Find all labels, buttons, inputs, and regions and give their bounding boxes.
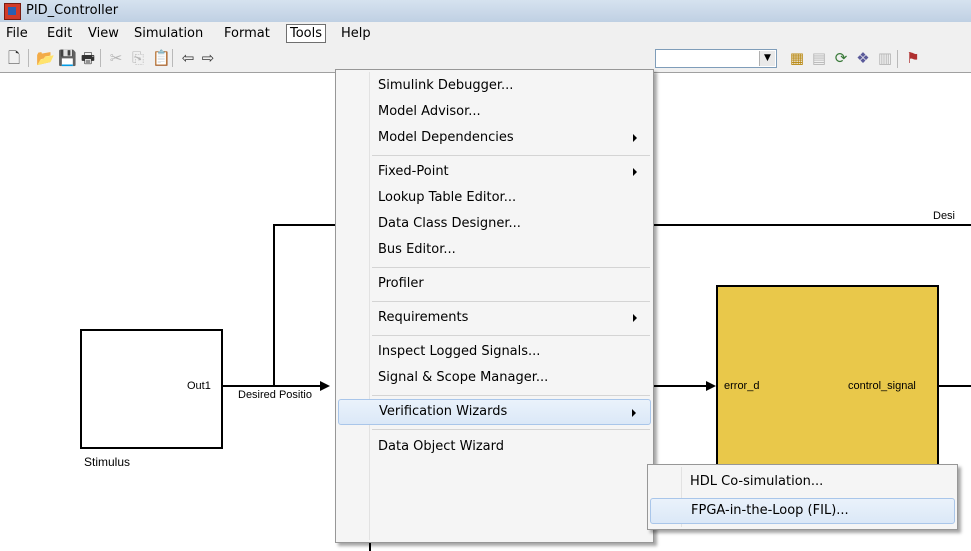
title-bar: PID_Controller (0, 0, 971, 22)
menu-separator (372, 267, 650, 268)
menu-bar: File Edit View Simulation Format Tools H… (0, 22, 971, 44)
menu-help[interactable]: Help (339, 25, 373, 42)
menu-item-label: Simulink Debugger... (378, 78, 514, 93)
menu-tools[interactable]: Tools (286, 24, 327, 43)
menu-separator (372, 301, 650, 302)
paste-icon[interactable]: 📋 (152, 50, 171, 66)
submenu-arrow-icon (632, 409, 636, 417)
desired-signal-line (654, 224, 971, 226)
cut-icon[interactable]: ✂ (108, 50, 124, 66)
menu-format[interactable]: Format (222, 25, 272, 42)
menu-view[interactable]: View (86, 25, 121, 42)
menu-edit[interactable]: Edit (45, 25, 74, 42)
menu-simulation[interactable]: Simulation (132, 25, 205, 42)
desired-signal-label: Desi (933, 210, 956, 222)
menu-item-signal-scope-manager[interactable]: Signal & Scope Manager... (338, 365, 651, 391)
menu-item-label: Data Class Designer... (378, 216, 521, 231)
copy-icon[interactable]: ⎘ (130, 50, 146, 66)
menu-item-label: Model Dependencies (378, 130, 514, 145)
library-browser-icon[interactable]: ▦ (789, 50, 805, 66)
open-folder-icon[interactable]: 📂 (36, 50, 55, 66)
tools-menu: Simulink Debugger... Model Advisor... Mo… (335, 69, 654, 543)
menu-item-label: Model Advisor... (378, 104, 481, 119)
toolbar-separator (897, 50, 898, 68)
menu-item-simulink-debugger[interactable]: Simulink Debugger... (338, 73, 651, 99)
error-signal-arrow (706, 381, 716, 391)
menu-item-fpga-in-the-loop[interactable]: FPGA-in-the-Loop (FIL)... (650, 498, 955, 524)
menu-item-label: Requirements (378, 310, 469, 325)
out1-port-label: Out1 (187, 380, 211, 392)
toolbar-separator (172, 49, 173, 67)
menu-item-hdl-cosimulation[interactable]: HDL Co-simulation... (650, 469, 955, 495)
signal-branch-line (273, 224, 275, 387)
submenu-arrow-icon (633, 134, 637, 142)
signal-branch-line (273, 224, 335, 226)
menu-item-label: Signal & Scope Manager... (378, 370, 549, 385)
menu-item-label: Fixed-Point (378, 164, 449, 179)
undo-arrow-icon[interactable]: ⇦ (180, 50, 196, 66)
menu-item-profiler[interactable]: Profiler (338, 271, 651, 297)
toolbar-separator (100, 49, 101, 67)
error-d-port-label: error_d (724, 380, 760, 392)
menu-item-requirements[interactable]: Requirements (338, 305, 651, 331)
verification-wizards-submenu: HDL Co-simulation... FPGA-in-the-Loop (F… (647, 464, 958, 530)
submenu-arrow-icon (633, 314, 637, 322)
menu-item-label: Profiler (378, 276, 424, 291)
menu-item-inspect-logged-signals[interactable]: Inspect Logged Signals... (338, 339, 651, 365)
menu-item-model-advisor[interactable]: Model Advisor... (338, 99, 651, 125)
menu-file[interactable]: File (4, 25, 30, 42)
menu-item-label: Bus Editor... (378, 242, 456, 257)
toolbar-separator (28, 49, 29, 67)
stimulus-label: Stimulus (84, 455, 131, 469)
menu-item-label: HDL Co-simulation... (690, 474, 824, 489)
menu-item-verification-wizards[interactable]: Verification Wizards (338, 399, 651, 425)
simulation-time-combo[interactable]: ▼ (655, 49, 777, 68)
simulink-app-icon (4, 3, 21, 20)
redo-arrow-icon[interactable]: ⇨ (200, 50, 216, 66)
menu-item-model-dependencies[interactable]: Model Dependencies (338, 125, 651, 151)
menu-separator (372, 155, 650, 156)
menu-item-fixed-point[interactable]: Fixed-Point (338, 159, 651, 185)
print-icon[interactable]: 🖶 (80, 50, 96, 66)
menu-separator (372, 429, 650, 430)
menu-item-data-class-designer[interactable]: Data Class Designer... (338, 211, 651, 237)
menu-item-lookup-table-editor[interactable]: Lookup Table Editor... (338, 185, 651, 211)
control-signal-line (939, 385, 971, 387)
save-icon[interactable]: 💾 (58, 50, 77, 66)
menu-item-label: Lookup Table Editor... (378, 190, 517, 205)
debug-icon[interactable]: ▥ (877, 50, 893, 66)
signal-label: Desired Positio (238, 389, 312, 401)
build-icon[interactable]: ❖ (855, 50, 871, 66)
control-signal-port-label: control_signal (848, 380, 916, 392)
error-signal-line (654, 385, 709, 387)
menu-item-label: Inspect Logged Signals... (378, 344, 541, 359)
menu-item-label: FPGA-in-the-Loop (FIL)... (691, 503, 849, 518)
menu-separator (372, 395, 650, 396)
grid-icon[interactable]: ▤ (811, 50, 827, 66)
model-explorer-icon[interactable]: ⚑ (905, 50, 921, 66)
update-diagram-icon[interactable]: ⟳ (833, 50, 849, 66)
submenu-arrow-icon (633, 168, 637, 176)
menu-item-label: Data Object Wizard (378, 439, 504, 454)
new-file-icon[interactable]: 🗋 (6, 50, 22, 66)
menu-item-label: Verification Wizards (379, 404, 508, 419)
menu-item-bus-editor[interactable]: Bus Editor... (338, 237, 651, 263)
window-title: PID_Controller (26, 3, 119, 18)
menu-separator (372, 335, 650, 336)
menu-item-data-object-wizard[interactable]: Data Object Wizard (338, 434, 651, 460)
chevron-down-icon[interactable]: ▼ (759, 51, 775, 66)
signal-arrow (320, 381, 330, 391)
